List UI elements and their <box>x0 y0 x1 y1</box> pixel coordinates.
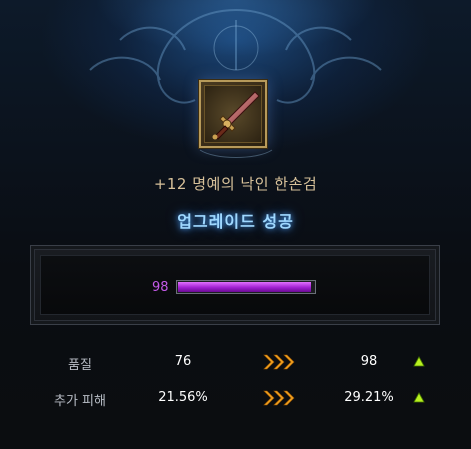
quality-gauge-track <box>176 280 316 294</box>
stat-before-value: 21.56% <box>158 390 208 405</box>
triple-chevron-right-icon <box>263 390 295 406</box>
increase-triangle-icon <box>413 392 425 403</box>
item-slot-inner <box>204 85 262 143</box>
one-handed-sword-icon <box>212 91 260 140</box>
item-name: +12 명예의 낙인 한손검 <box>153 175 318 193</box>
upgrade-result-text: 업그레이드 성공 <box>177 212 294 231</box>
stat-after-value: 98 <box>360 354 378 369</box>
upgrade-result-window: +12 명예의 낙인 한손검 업그레이드 성공 98 품질 76 98 추가 피 <box>0 0 471 449</box>
stat-list: 품질 76 98 추가 피해 21.56% 29.21% <box>0 348 471 420</box>
stat-row-quality: 품질 76 98 <box>0 348 471 384</box>
quality-gauge-fill <box>178 282 311 292</box>
increase-triangle-icon <box>413 356 425 367</box>
triple-chevron-right-icon <box>263 354 295 370</box>
stat-label: 추가 피해 <box>54 394 106 409</box>
quality-gauge-value: 98 <box>152 280 169 295</box>
stat-row-additional-damage: 추가 피해 21.56% 29.21% <box>0 384 471 420</box>
item-slot[interactable] <box>199 80 267 148</box>
stat-before-value: 76 <box>174 354 192 369</box>
stat-label: 품질 <box>68 358 92 373</box>
stat-after-value: 29.21% <box>344 390 394 405</box>
